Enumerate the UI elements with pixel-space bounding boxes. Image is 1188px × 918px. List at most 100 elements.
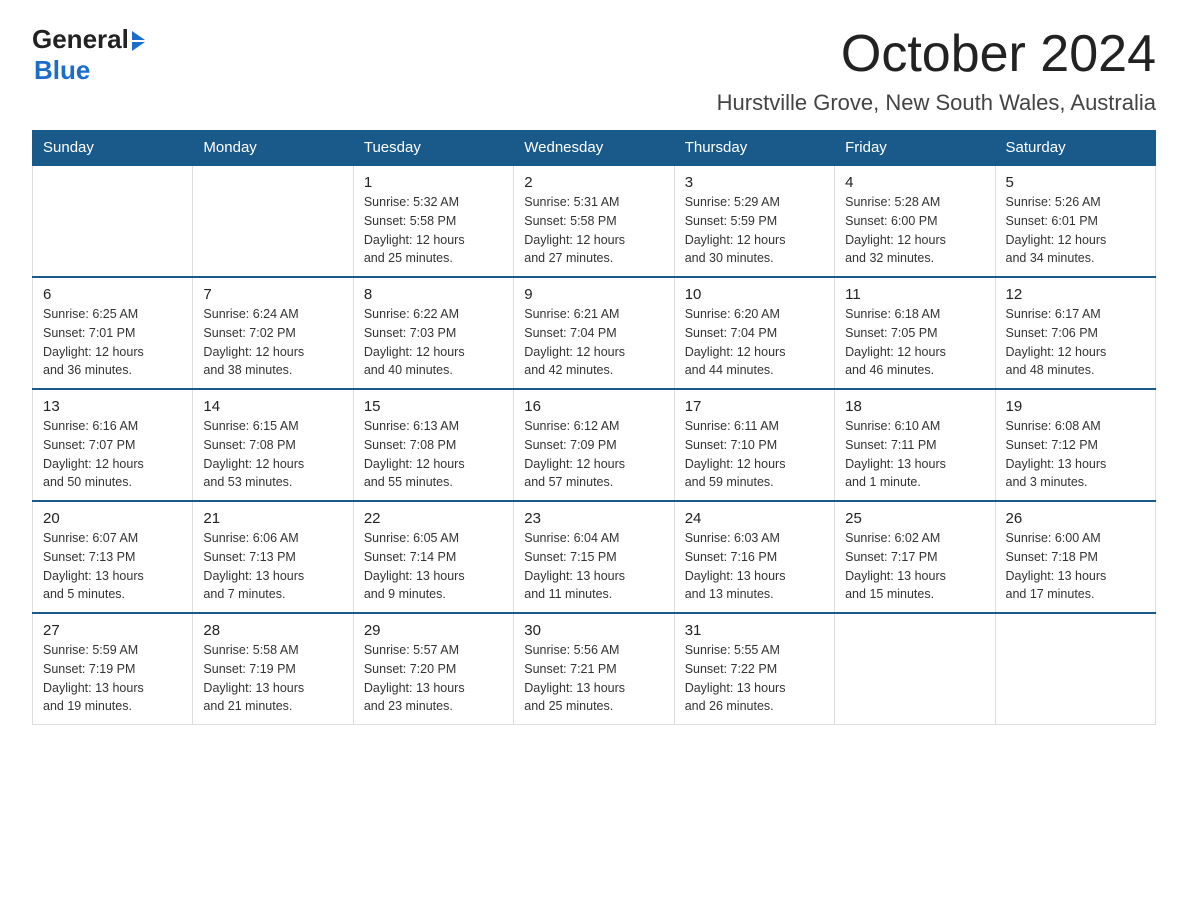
day-number: 11: [845, 286, 984, 303]
calendar-day-cell: [835, 613, 995, 725]
day-info: Sunrise: 6:15 AM Sunset: 7:08 PM Dayligh…: [203, 417, 342, 492]
calendar-day-cell: 10 Sunrise: 6:20 AM Sunset: 7:04 PM Dayli…: [674, 277, 834, 389]
calendar-day-cell: 21 Sunrise: 6:06 AM Sunset: 7:13 PM Dayli…: [193, 501, 353, 613]
day-info: Sunrise: 6:17 AM Sunset: 7:06 PM Dayligh…: [1006, 305, 1145, 380]
day-info: Sunrise: 6:13 AM Sunset: 7:08 PM Dayligh…: [364, 417, 503, 492]
day-info: Sunrise: 5:59 AM Sunset: 7:19 PM Dayligh…: [43, 641, 182, 716]
day-number: 13: [43, 398, 182, 415]
calendar-day-cell: 30 Sunrise: 5:56 AM Sunset: 7:21 PM Dayli…: [514, 613, 674, 725]
calendar-day-cell: [33, 165, 193, 277]
day-info: Sunrise: 6:05 AM Sunset: 7:14 PM Dayligh…: [364, 529, 503, 604]
day-info: Sunrise: 5:56 AM Sunset: 7:21 PM Dayligh…: [524, 641, 663, 716]
month-title: October 2024: [841, 24, 1156, 84]
day-info: Sunrise: 6:12 AM Sunset: 7:09 PM Dayligh…: [524, 417, 663, 492]
logo-blue-text: Blue: [34, 55, 90, 86]
day-info: Sunrise: 6:07 AM Sunset: 7:13 PM Dayligh…: [43, 529, 182, 604]
calendar-day-cell: 11 Sunrise: 6:18 AM Sunset: 7:05 PM Dayli…: [835, 277, 995, 389]
location-title: Hurstville Grove, New South Wales, Austr…: [32, 90, 1156, 116]
day-number: 27: [43, 622, 182, 639]
calendar-day-cell: 13 Sunrise: 6:16 AM Sunset: 7:07 PM Dayli…: [33, 389, 193, 501]
day-info: Sunrise: 6:25 AM Sunset: 7:01 PM Dayligh…: [43, 305, 182, 380]
calendar-day-cell: 15 Sunrise: 6:13 AM Sunset: 7:08 PM Dayli…: [353, 389, 513, 501]
day-number: 7: [203, 286, 342, 303]
calendar-day-cell: 23Sunrise: 6:04 AM Sunset: 7:15 PM Dayli…: [514, 501, 674, 613]
day-info: Sunrise: 6:08 AM Sunset: 7:12 PM Dayligh…: [1006, 417, 1145, 492]
day-number: 31: [685, 622, 824, 639]
day-info: Sunrise: 6:16 AM Sunset: 7:07 PM Dayligh…: [43, 417, 182, 492]
calendar-day-cell: 7Sunrise: 6:24 AM Sunset: 7:02 PM Daylig…: [193, 277, 353, 389]
calendar-day-cell: 24 Sunrise: 6:03 AM Sunset: 7:16 PM Dayli…: [674, 501, 834, 613]
calendar-day-cell: 1Sunrise: 5:32 AM Sunset: 5:58 PM Daylig…: [353, 165, 513, 277]
calendar-day-cell: 3Sunrise: 5:29 AM Sunset: 5:59 PM Daylig…: [674, 165, 834, 277]
calendar-week-row: 27 Sunrise: 5:59 AM Sunset: 7:19 PM Dayli…: [33, 613, 1156, 725]
day-number: 16: [524, 398, 663, 415]
day-number: 14: [203, 398, 342, 415]
calendar-day-cell: 12 Sunrise: 6:17 AM Sunset: 7:06 PM Dayli…: [995, 277, 1155, 389]
calendar-day-cell: 27 Sunrise: 5:59 AM Sunset: 7:19 PM Dayli…: [33, 613, 193, 725]
day-number: 4: [845, 174, 984, 191]
calendar-day-cell: 9Sunrise: 6:21 AM Sunset: 7:04 PM Daylig…: [514, 277, 674, 389]
calendar-week-row: 20 Sunrise: 6:07 AM Sunset: 7:13 PM Dayli…: [33, 501, 1156, 613]
logo: General Blue: [32, 24, 145, 86]
day-info: Sunrise: 5:26 AM Sunset: 6:01 PM Dayligh…: [1006, 193, 1145, 268]
day-number: 6: [43, 286, 182, 303]
calendar-day-cell: 5 Sunrise: 5:26 AM Sunset: 6:01 PM Daylig…: [995, 165, 1155, 277]
day-info: Sunrise: 6:21 AM Sunset: 7:04 PM Dayligh…: [524, 305, 663, 380]
day-info: Sunrise: 6:06 AM Sunset: 7:13 PM Dayligh…: [203, 529, 342, 604]
logo-general-text: General: [32, 24, 129, 55]
calendar-day-cell: [995, 613, 1155, 725]
day-info: Sunrise: 6:04 AM Sunset: 7:15 PM Dayligh…: [524, 529, 663, 604]
calendar-day-cell: 6 Sunrise: 6:25 AM Sunset: 7:01 PM Daylig…: [33, 277, 193, 389]
calendar-day-header: Sunday: [33, 131, 193, 166]
day-number: 24: [685, 510, 824, 527]
calendar-day-cell: 19 Sunrise: 6:08 AM Sunset: 7:12 PM Dayli…: [995, 389, 1155, 501]
calendar-day-header: Friday: [835, 131, 995, 166]
day-info: Sunrise: 5:57 AM Sunset: 7:20 PM Dayligh…: [364, 641, 503, 716]
calendar-week-row: 6 Sunrise: 6:25 AM Sunset: 7:01 PM Daylig…: [33, 277, 1156, 389]
day-info: Sunrise: 6:11 AM Sunset: 7:10 PM Dayligh…: [685, 417, 824, 492]
calendar-day-header: Thursday: [674, 131, 834, 166]
day-number: 22: [364, 510, 503, 527]
calendar-day-cell: 2Sunrise: 5:31 AM Sunset: 5:58 PM Daylig…: [514, 165, 674, 277]
calendar-day-cell: 25 Sunrise: 6:02 AM Sunset: 7:17 PM Dayli…: [835, 501, 995, 613]
day-number: 30: [524, 622, 663, 639]
day-info: Sunrise: 6:00 AM Sunset: 7:18 PM Dayligh…: [1006, 529, 1145, 604]
day-info: Sunrise: 6:03 AM Sunset: 7:16 PM Dayligh…: [685, 529, 824, 604]
page-header: General Blue October 2024: [32, 24, 1156, 86]
day-number: 20: [43, 510, 182, 527]
day-number: 29: [364, 622, 503, 639]
day-info: Sunrise: 6:18 AM Sunset: 7:05 PM Dayligh…: [845, 305, 984, 380]
day-number: 5: [1006, 174, 1145, 191]
day-number: 18: [845, 398, 984, 415]
calendar-day-cell: 14 Sunrise: 6:15 AM Sunset: 7:08 PM Dayli…: [193, 389, 353, 501]
calendar-day-cell: 28 Sunrise: 5:58 AM Sunset: 7:19 PM Dayli…: [193, 613, 353, 725]
day-number: 25: [845, 510, 984, 527]
calendar-day-cell: 29 Sunrise: 5:57 AM Sunset: 7:20 PM Dayli…: [353, 613, 513, 725]
day-info: Sunrise: 5:58 AM Sunset: 7:19 PM Dayligh…: [203, 641, 342, 716]
day-info: Sunrise: 6:20 AM Sunset: 7:04 PM Dayligh…: [685, 305, 824, 380]
day-number: 21: [203, 510, 342, 527]
day-number: 28: [203, 622, 342, 639]
day-number: 19: [1006, 398, 1145, 415]
calendar-day-cell: [193, 165, 353, 277]
calendar-day-cell: 4Sunrise: 5:28 AM Sunset: 6:00 PM Daylig…: [835, 165, 995, 277]
day-number: 12: [1006, 286, 1145, 303]
calendar-table: SundayMondayTuesdayWednesdayThursdayFrid…: [32, 130, 1156, 725]
day-number: 8: [364, 286, 503, 303]
day-info: Sunrise: 5:55 AM Sunset: 7:22 PM Dayligh…: [685, 641, 824, 716]
calendar-day-header: Wednesday: [514, 131, 674, 166]
calendar-header-row: SundayMondayTuesdayWednesdayThursdayFrid…: [33, 131, 1156, 166]
calendar-day-cell: 20 Sunrise: 6:07 AM Sunset: 7:13 PM Dayli…: [33, 501, 193, 613]
calendar-week-row: 1Sunrise: 5:32 AM Sunset: 5:58 PM Daylig…: [33, 165, 1156, 277]
day-info: Sunrise: 6:22 AM Sunset: 7:03 PM Dayligh…: [364, 305, 503, 380]
day-number: 15: [364, 398, 503, 415]
calendar-day-cell: 22 Sunrise: 6:05 AM Sunset: 7:14 PM Dayli…: [353, 501, 513, 613]
day-info: Sunrise: 6:02 AM Sunset: 7:17 PM Dayligh…: [845, 529, 984, 604]
calendar-day-header: Tuesday: [353, 131, 513, 166]
calendar-day-cell: 17Sunrise: 6:11 AM Sunset: 7:10 PM Dayli…: [674, 389, 834, 501]
calendar-day-cell: 18Sunrise: 6:10 AM Sunset: 7:11 PM Dayli…: [835, 389, 995, 501]
calendar-day-cell: 26Sunrise: 6:00 AM Sunset: 7:18 PM Dayli…: [995, 501, 1155, 613]
day-info: Sunrise: 5:32 AM Sunset: 5:58 PM Dayligh…: [364, 193, 503, 268]
day-number: 10: [685, 286, 824, 303]
day-number: 2: [524, 174, 663, 191]
